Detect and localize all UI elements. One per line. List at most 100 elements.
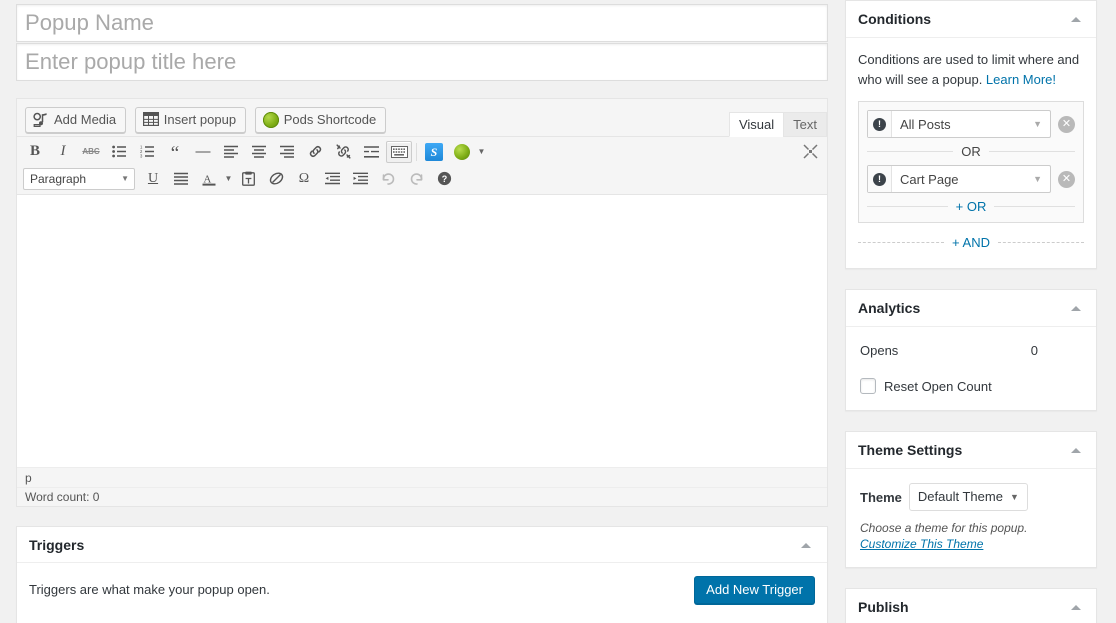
keyboard-shortcuts-icon[interactable]: ? bbox=[431, 168, 457, 190]
toolbar-toggle-icon[interactable] bbox=[386, 140, 412, 163]
condition-row: ! Cart Page ▼ ✕ bbox=[867, 165, 1075, 193]
reset-open-count-row: Reset Open Count bbox=[858, 378, 1084, 394]
editor-toolbar: B I ABC 123 “ — S ▼ Paragraph ▼ U A ▼ Ω … bbox=[17, 137, 827, 195]
increase-indent-icon[interactable] bbox=[347, 168, 373, 190]
chevron-down-icon: ▼ bbox=[121, 174, 129, 183]
bold-icon[interactable]: B bbox=[22, 141, 48, 163]
insert-link-icon[interactable] bbox=[302, 141, 328, 163]
chevron-down-icon: ▼ bbox=[1010, 492, 1019, 502]
warning-icon: ! bbox=[868, 111, 892, 137]
editor-mode-tabs: Visual Text bbox=[728, 112, 827, 137]
tab-text[interactable]: Text bbox=[783, 112, 827, 137]
triggers-header: Triggers bbox=[17, 527, 827, 563]
conditions-title: Conditions bbox=[858, 11, 932, 27]
sidebar-column: Conditions Conditions are used to limit … bbox=[845, 0, 1097, 623]
warning-icon: ! bbox=[868, 166, 892, 192]
add-and-label: + AND bbox=[952, 235, 990, 250]
undo-icon[interactable] bbox=[375, 168, 401, 190]
pods-shortcode-button[interactable]: Pods Shortcode bbox=[254, 107, 387, 133]
editor-media-buttons: Add Media Insert popup Pods Shortcode Vi… bbox=[17, 99, 827, 137]
condition-select-cart-page[interactable]: ! Cart Page ▼ bbox=[867, 165, 1051, 193]
align-center-icon[interactable] bbox=[246, 141, 272, 163]
triggers-title: Triggers bbox=[29, 537, 85, 553]
strikethrough-icon[interactable]: ABC bbox=[78, 141, 104, 163]
triggers-collapse-toggle[interactable] bbox=[791, 527, 821, 563]
italic-icon[interactable]: I bbox=[50, 141, 76, 163]
text-color-icon[interactable]: A bbox=[196, 168, 222, 190]
chevron-up-icon bbox=[801, 542, 811, 548]
numbered-list-icon[interactable]: 123 bbox=[134, 141, 160, 163]
add-media-button[interactable]: Add Media bbox=[25, 107, 127, 133]
popup-title-input[interactable] bbox=[16, 43, 828, 81]
popup-editor-screen: Add Media Insert popup Pods Shortcode bbox=[0, 0, 1116, 623]
condition-select-all-posts[interactable]: ! All Posts ▼ bbox=[867, 110, 1051, 138]
theme-settings-header: Theme Settings bbox=[846, 432, 1096, 469]
chevron-up-icon bbox=[1071, 306, 1081, 311]
paste-as-text-icon[interactable] bbox=[235, 168, 261, 190]
insert-popup-button[interactable]: Insert popup bbox=[134, 107, 247, 133]
conditions-panel: Conditions Conditions are used to limit … bbox=[845, 0, 1097, 269]
theme-select-row: Theme Default Theme ▼ bbox=[858, 483, 1084, 511]
publish-collapse-toggle[interactable] bbox=[1061, 589, 1091, 623]
pods-shortcode-icon[interactable] bbox=[449, 141, 475, 163]
add-or-label: + OR bbox=[955, 199, 987, 214]
popup-name-input[interactable] bbox=[16, 4, 828, 42]
add-or-condition-button[interactable]: + OR bbox=[867, 199, 1075, 214]
opens-row: Opens 0 bbox=[858, 341, 1084, 358]
conditions-body: Conditions are used to limit where and w… bbox=[846, 38, 1096, 268]
editor-content-area[interactable] bbox=[17, 195, 827, 467]
read-more-icon[interactable] bbox=[358, 141, 384, 163]
chevron-up-icon bbox=[1071, 448, 1081, 453]
publish-title: Publish bbox=[858, 599, 909, 615]
align-right-icon[interactable] bbox=[274, 141, 300, 163]
learn-more-link[interactable]: Learn More! bbox=[986, 72, 1056, 87]
theme-select[interactable]: Default Theme ▼ bbox=[908, 483, 1028, 511]
add-new-trigger-button[interactable]: Add New Trigger bbox=[694, 576, 815, 604]
redo-icon[interactable] bbox=[403, 168, 429, 190]
triggers-body: Triggers are what make your popup open. … bbox=[17, 563, 827, 623]
shortcodes-icon[interactable]: S bbox=[421, 141, 447, 163]
align-left-icon[interactable] bbox=[218, 141, 244, 163]
condition-row: ! All Posts ▼ ✕ bbox=[867, 110, 1075, 138]
editor-toolbar-row-1: B I ABC 123 “ — S ▼ bbox=[17, 138, 827, 165]
analytics-title: Analytics bbox=[858, 300, 921, 316]
chevron-up-icon bbox=[1071, 17, 1081, 22]
blockquote-icon[interactable]: “ bbox=[162, 141, 188, 163]
tab-visual[interactable]: Visual bbox=[728, 112, 785, 137]
underline-icon[interactable]: U bbox=[140, 168, 166, 190]
paragraph-format-select[interactable]: Paragraph ▼ bbox=[23, 167, 135, 190]
bullet-list-icon[interactable] bbox=[106, 141, 132, 163]
warning-glyph: ! bbox=[873, 117, 886, 131]
add-media-label: Add Media bbox=[54, 112, 117, 127]
opens-value: 0 bbox=[1030, 343, 1038, 358]
theme-description: Choose a theme for this popup. bbox=[860, 521, 1028, 535]
chevron-up-icon bbox=[1071, 605, 1081, 610]
special-character-icon[interactable]: Ω bbox=[291, 168, 317, 190]
clear-formatting-icon[interactable] bbox=[263, 168, 289, 190]
svg-text:3: 3 bbox=[140, 154, 143, 158]
conditions-header: Conditions bbox=[846, 1, 1096, 38]
editor-word-count: Word count: 0 bbox=[17, 487, 827, 506]
reset-open-count-checkbox[interactable] bbox=[860, 378, 876, 394]
theme-settings-panel: Theme Settings Theme Default Theme ▼ Cho… bbox=[845, 431, 1097, 568]
or-label: OR bbox=[961, 144, 981, 159]
analytics-panel: Analytics Opens 0 Reset Open Count bbox=[845, 289, 1097, 411]
justify-icon[interactable] bbox=[168, 168, 194, 190]
customize-theme-link[interactable]: Customize This Theme bbox=[858, 537, 1084, 551]
analytics-collapse-toggle[interactable] bbox=[1061, 290, 1091, 327]
editor-toolbar-row-2: Paragraph ▼ U A ▼ Ω ? bbox=[17, 165, 827, 192]
chevron-down-icon[interactable]: ▼ bbox=[223, 168, 234, 190]
analytics-header: Analytics bbox=[846, 290, 1096, 327]
decrease-indent-icon[interactable] bbox=[319, 168, 345, 190]
conditions-collapse-toggle[interactable] bbox=[1061, 1, 1091, 38]
chevron-down-icon[interactable]: ▼ bbox=[476, 141, 487, 163]
chevron-down-icon: ▼ bbox=[1033, 174, 1042, 184]
fullscreen-icon[interactable] bbox=[799, 140, 821, 162]
theme-settings-collapse-toggle[interactable] bbox=[1061, 432, 1091, 469]
horizontal-rule-icon[interactable]: — bbox=[190, 141, 216, 163]
remove-link-icon[interactable] bbox=[330, 141, 356, 163]
add-and-condition-button[interactable]: + AND bbox=[858, 235, 1084, 250]
editor-path-indicator: p bbox=[17, 467, 827, 487]
delete-condition-button[interactable]: ✕ bbox=[1058, 170, 1075, 188]
delete-condition-button[interactable]: ✕ bbox=[1058, 115, 1075, 133]
